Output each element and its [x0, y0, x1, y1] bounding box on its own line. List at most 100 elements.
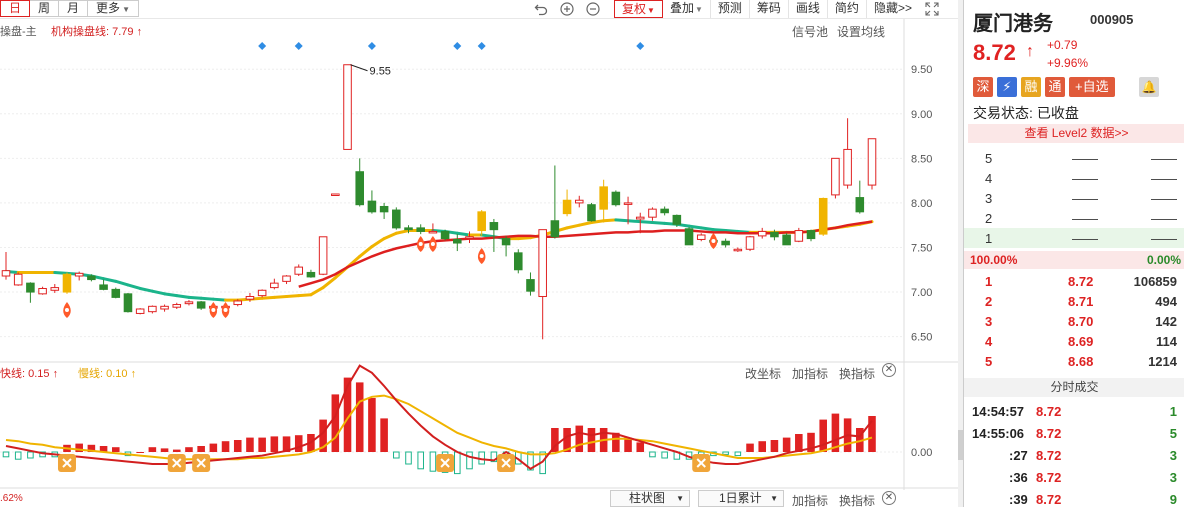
stock-name: 厦门港务: [973, 13, 1053, 35]
signal-line-segment: [382, 231, 398, 241]
signal-line-segment: [211, 297, 228, 302]
add-watchlist-button[interactable]: +自选: [1069, 77, 1115, 97]
connect-badge[interactable]: 通: [1045, 77, 1065, 97]
signal-diamond-icon: [294, 42, 303, 50]
up-arrow-icon: ↑: [1026, 43, 1034, 60]
trade-volume: 3: [1169, 470, 1177, 485]
signal-line-segment: [370, 237, 386, 249]
candle-body: [574, 199, 584, 204]
signal-line-segment: [175, 294, 191, 299]
candle-body: [831, 157, 840, 196]
level2-link[interactable]: 查看 Level2 数据>>: [968, 124, 1184, 143]
macd-bar: [454, 451, 461, 475]
candle-body: [184, 301, 194, 305]
macd-bar: [258, 437, 266, 452]
signal-line-segment: [516, 236, 532, 241]
candle-body: [599, 186, 608, 210]
peak-arrow: [350, 64, 368, 72]
candle-body: [428, 230, 438, 234]
macd-bar: [575, 425, 584, 452]
add-indicator-link[interactable]: 加指标: [792, 365, 828, 382]
bid-level: 4: [985, 334, 993, 349]
rocket-window: [64, 308, 69, 312]
macd-bar: [209, 443, 218, 452]
bottom-switch-indicator-link[interactable]: 换指标: [839, 492, 875, 507]
candle-body: [550, 220, 560, 238]
price-change: +0.79: [1047, 38, 1078, 52]
signal-line-segment: [480, 233, 496, 239]
bid-level: 2: [985, 294, 993, 309]
bid-volume: 1214: [1148, 354, 1177, 369]
trade-volume: 5: [1169, 426, 1177, 441]
ask-row: 4 —— ——: [964, 168, 1184, 188]
macd-bar: [136, 452, 144, 453]
trade-status-label: 交易状态:: [973, 105, 1033, 121]
trade-price: 8.72: [1036, 492, 1062, 507]
close-icon[interactable]: ✕: [882, 363, 896, 377]
bid-volume: 106859: [1133, 274, 1177, 289]
signal-line-segment: [638, 220, 654, 225]
macd-bar: [466, 451, 473, 470]
macd-bar: [587, 428, 596, 452]
candle-body: [355, 171, 364, 206]
price-tick-label: 6.50: [911, 332, 932, 344]
price-tick-label: 8.00: [911, 198, 932, 210]
chart-type-label: 柱状图: [629, 491, 666, 505]
ask-price: ——: [1072, 231, 1098, 246]
candle-body: [331, 193, 340, 196]
ask-volume: ——: [1151, 171, 1177, 186]
peak-label: 9.55: [370, 66, 391, 78]
trade-row: 14:55:06 8.72 5: [964, 423, 1184, 445]
slow-line-value: 慢线: 0.10 ↑: [78, 368, 137, 380]
trade-time: 14:54:57: [972, 404, 1025, 419]
candle-body: [611, 191, 621, 206]
flash-badge-icon[interactable]: ⚡: [997, 77, 1017, 97]
change-axis-link[interactable]: 改坐标: [745, 365, 781, 382]
signal-line-segment: [565, 223, 581, 230]
rocket-window: [430, 242, 435, 246]
ask-row: 2 —— ——: [964, 208, 1184, 228]
candle-body: [855, 197, 865, 213]
bell-icon[interactable]: 🔔: [1139, 77, 1159, 97]
last-price: 8.72: [973, 40, 1016, 65]
candle-body: [867, 138, 877, 186]
chart-type-select[interactable]: 柱状图 ▼: [610, 490, 690, 507]
trade-price: 8.72: [1036, 448, 1062, 463]
bid-ask-ratio: 100.00% 0.00%: [964, 251, 1184, 269]
margin-badge[interactable]: 融: [1021, 77, 1041, 97]
candle-body: [501, 238, 511, 246]
macd-bar: [246, 437, 254, 452]
macd-bar: [393, 451, 400, 459]
candle-body: [440, 230, 450, 240]
price-tick-label: 9.50: [911, 64, 932, 76]
bid-price: 8.70: [1068, 314, 1094, 329]
candle-body: [818, 197, 828, 235]
candle-body: [489, 222, 499, 231]
candle-body: [196, 301, 206, 309]
bid-price: 8.71: [1068, 294, 1094, 309]
candle-body: [62, 273, 72, 293]
switch-indicator-link[interactable]: 换指标: [839, 365, 875, 382]
macd-zero-label: 0.00: [911, 447, 932, 459]
candle-body: [270, 282, 279, 289]
signal-line-segment: [650, 221, 667, 225]
chevron-down-icon: ▼: [676, 494, 684, 503]
bottom-add-indicator-link[interactable]: 加指标: [792, 492, 828, 507]
signal-line-segment: [126, 283, 142, 290]
ask-price: ——: [1072, 191, 1098, 206]
shenzhen-badge[interactable]: 深: [973, 77, 993, 97]
kline-chart[interactable]: 9.50 9.00 8.50 8.00 7.50 7.00 6.50 9.55 0.00: [0, 0, 958, 490]
signal-diamond-icon: [477, 42, 486, 50]
close-icon[interactable]: ✕: [882, 491, 896, 505]
macd-bar: [734, 451, 742, 457]
candle-body: [672, 214, 682, 225]
candle-body: [416, 227, 425, 232]
candle-body: [562, 199, 572, 215]
institution-line: [298, 220, 873, 288]
candle-body: [514, 252, 523, 271]
accumulate-select[interactable]: 1日累计 ▼: [698, 490, 784, 507]
candle-body: [635, 216, 645, 220]
candle-body: [392, 209, 401, 229]
candle-body: [696, 234, 706, 240]
candle-body: [648, 208, 657, 218]
